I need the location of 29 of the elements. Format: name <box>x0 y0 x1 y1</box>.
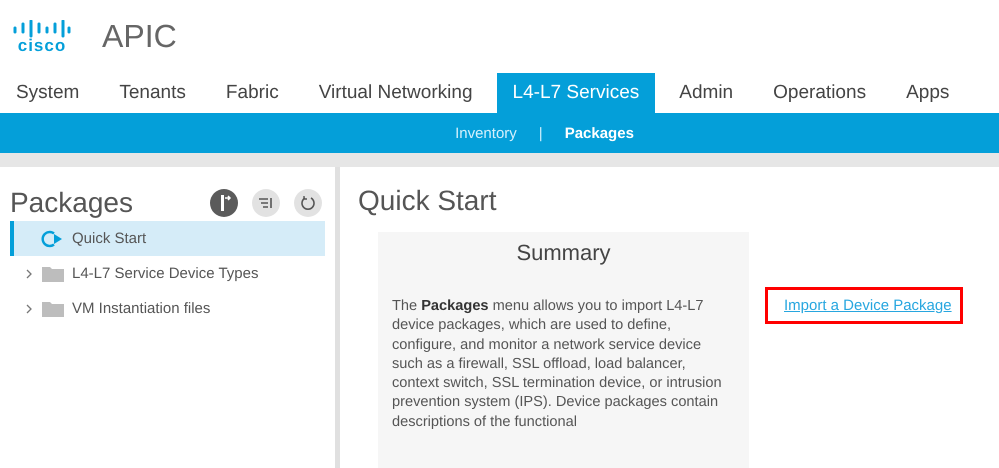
sidebar-title: Packages <box>10 187 133 219</box>
refresh-icon[interactable] <box>293 188 323 218</box>
nav-tab[interactable]: Fabric <box>210 73 295 113</box>
tree-item-label: L4-L7 Service Device Types <box>72 265 258 282</box>
collapse-icon[interactable] <box>209 188 239 218</box>
play-circle-icon <box>40 228 64 248</box>
tree-item-label: VM Instantiation files <box>72 300 210 317</box>
nav-tab[interactable]: System <box>0 73 96 113</box>
folder-icon <box>42 265 64 282</box>
chevron-icon[interactable] <box>24 304 34 314</box>
tab-separator: | <box>538 124 543 142</box>
sort-icon[interactable] <box>251 188 281 218</box>
nav-tab[interactable]: Operations <box>757 73 882 113</box>
tree-item[interactable]: L4-L7 Service Device Types <box>10 256 325 291</box>
folder-icon <box>42 300 64 317</box>
chevron-icon[interactable] <box>24 268 34 278</box>
logo-text: cisco <box>18 38 66 53</box>
nav-tab[interactable]: Apps <box>890 73 966 113</box>
app-title: APIC <box>102 18 177 55</box>
nav-tab[interactable]: Admin <box>663 73 750 113</box>
nav-tab[interactable]: Virtual Networking <box>302 73 489 113</box>
nav-tab[interactable]: Tenants <box>103 73 202 113</box>
tree-item-label: Quick Start <box>72 230 146 247</box>
page-title: Quick Start <box>358 185 498 218</box>
logo-bars-icon <box>12 20 72 38</box>
tree-item[interactable]: VM Instantiation files <box>10 291 325 326</box>
tree-item[interactable]: Quick Start <box>10 221 325 256</box>
summary-text: The Packages menu allows you to import L4-L7 device packages, which are used to define, configure, and monitor a network service device such as a firewall, SSL offload, load balancer, context switch, SSL termination device, or intrusion prevention system (IPS). Device packages contain descriptions of the functional <box>392 297 723 432</box>
summary-title: Summary <box>515 240 612 266</box>
